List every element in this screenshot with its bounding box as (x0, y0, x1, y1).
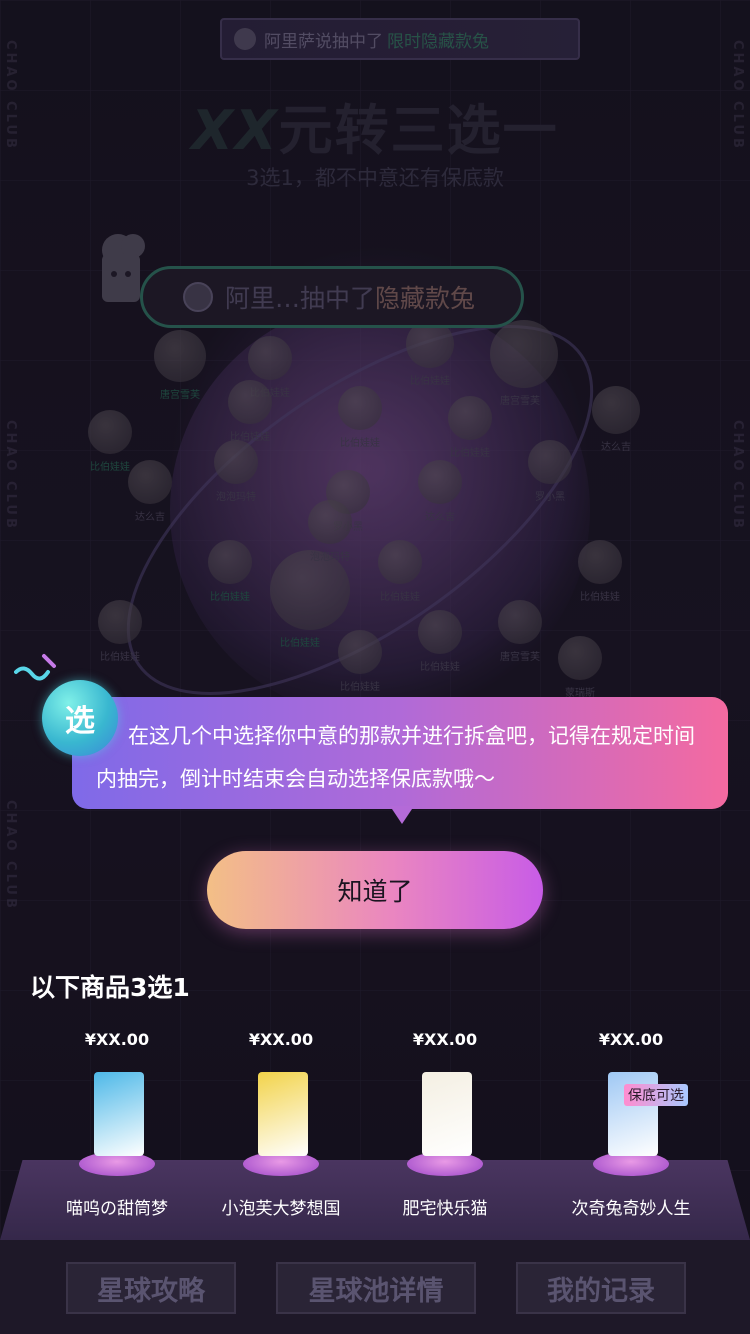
product-card-1[interactable]: ¥XX.00 喵呜の甜筒梦 (42, 1030, 192, 1219)
blind-box (258, 1072, 308, 1156)
product-name: 肥宅快乐猫 (402, 1199, 488, 1219)
product-price: ¥XX.00 (412, 1030, 478, 1049)
product-price: ¥XX.00 (248, 1030, 314, 1049)
got-it-button[interactable]: 知道了 (207, 851, 543, 929)
planet-pool-button[interactable]: 星球池详情 (276, 1262, 476, 1314)
product-image (370, 1062, 520, 1182)
product-image: 保底可选 (556, 1062, 706, 1182)
product-name: 喵呜の甜筒梦 (66, 1199, 168, 1219)
tip-text: 在这几个中选择你中意的那款并进行拆盒吧，记得在规定时间内抽完，倒计时结束会自动选… (96, 724, 695, 791)
tip-bubble: 在这几个中选择你中意的那款并进行拆盒吧，记得在规定时间内抽完，倒计时结束会自动选… (72, 697, 728, 809)
pick-section-title: 以下商品3选1 (30, 973, 190, 1002)
squiggle-icon (14, 654, 56, 681)
product-image (42, 1062, 192, 1182)
tip-badge: 选 (42, 680, 118, 756)
product-image (206, 1062, 356, 1182)
planet-guide-button[interactable]: 星球攻略 (66, 1262, 236, 1314)
product-name: 次奇兔奇妙人生 (571, 1199, 691, 1219)
product-price: ¥XX.00 (598, 1030, 664, 1049)
product-card-2[interactable]: ¥XX.00 小泡芙大梦想国 (206, 1030, 356, 1219)
product-price: ¥XX.00 (84, 1030, 150, 1049)
product-card-3[interactable]: ¥XX.00 肥宅快乐猫 (370, 1030, 520, 1219)
product-name: 小泡芙大梦想国 (221, 1199, 341, 1219)
blind-box (422, 1072, 472, 1156)
my-records-button[interactable]: 我的记录 (516, 1262, 686, 1314)
product-card-4[interactable]: ¥XX.00 保底可选 次奇兔奇妙人生 (556, 1030, 706, 1219)
guaranteed-badge: 保底可选 (624, 1084, 688, 1106)
blind-box (94, 1072, 144, 1156)
tip-arrow (390, 806, 414, 824)
